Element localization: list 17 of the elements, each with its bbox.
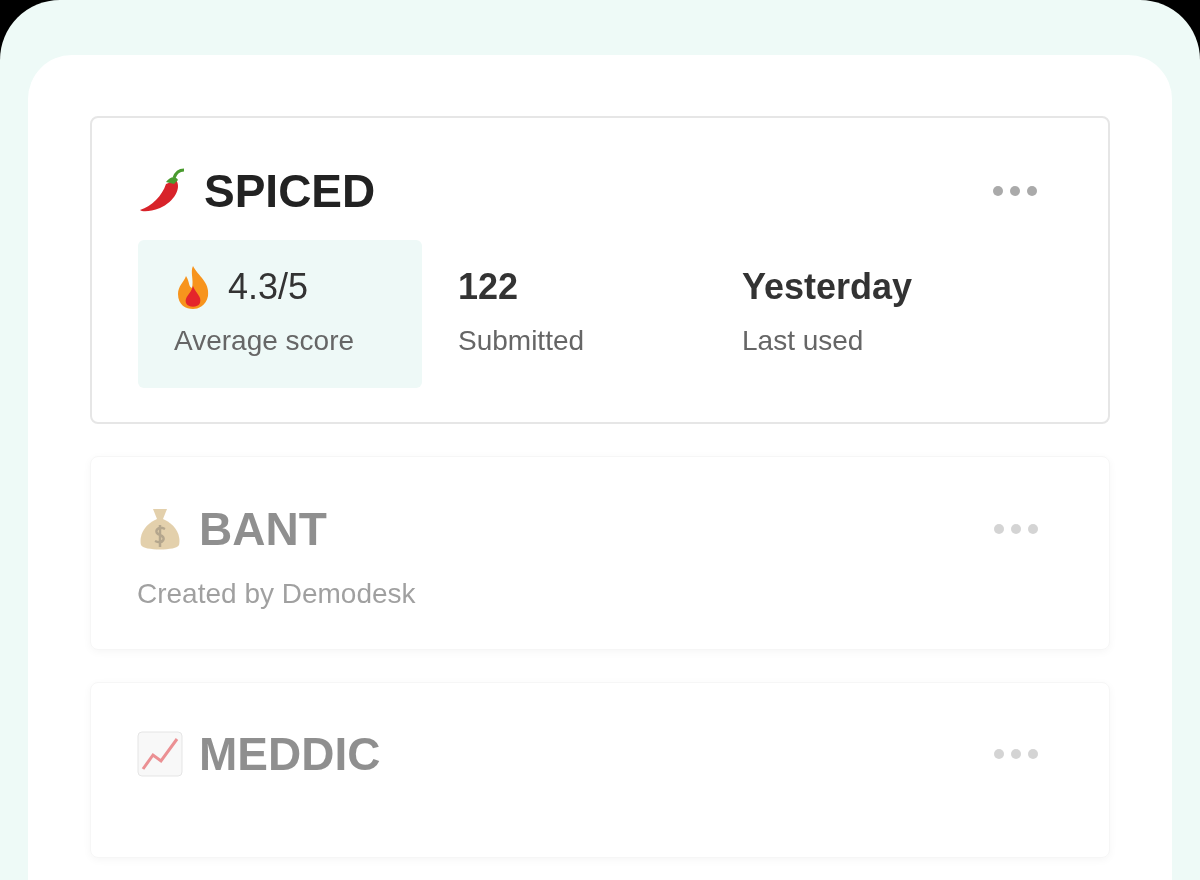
more-icon[interactable] [992, 185, 1038, 197]
template-title: BANT [199, 506, 327, 552]
line-chart-icon [137, 731, 183, 777]
stat-label: Submitted [458, 324, 586, 358]
template-title: SPICED [204, 168, 376, 214]
template-card[interactable]: SPICED 4.3/5 Average score 122 Submitted Yesterday Last used [90, 116, 1110, 424]
stat-value: 4.3/5 [228, 265, 309, 309]
stat-label: Last used [742, 324, 865, 358]
stat-label: Average score [174, 324, 356, 358]
stat-value: Yesterday [742, 265, 913, 309]
template-title: MEDDIC [199, 731, 381, 777]
template-card[interactable]: MEDDIC [90, 682, 1110, 858]
template-subtitle: Created by Demodesk [137, 577, 417, 611]
stat-value: 122 [458, 265, 519, 309]
more-icon[interactable] [993, 523, 1039, 535]
template-card[interactable]: BANT Created by Demodesk [90, 456, 1110, 650]
more-icon[interactable] [993, 748, 1039, 760]
